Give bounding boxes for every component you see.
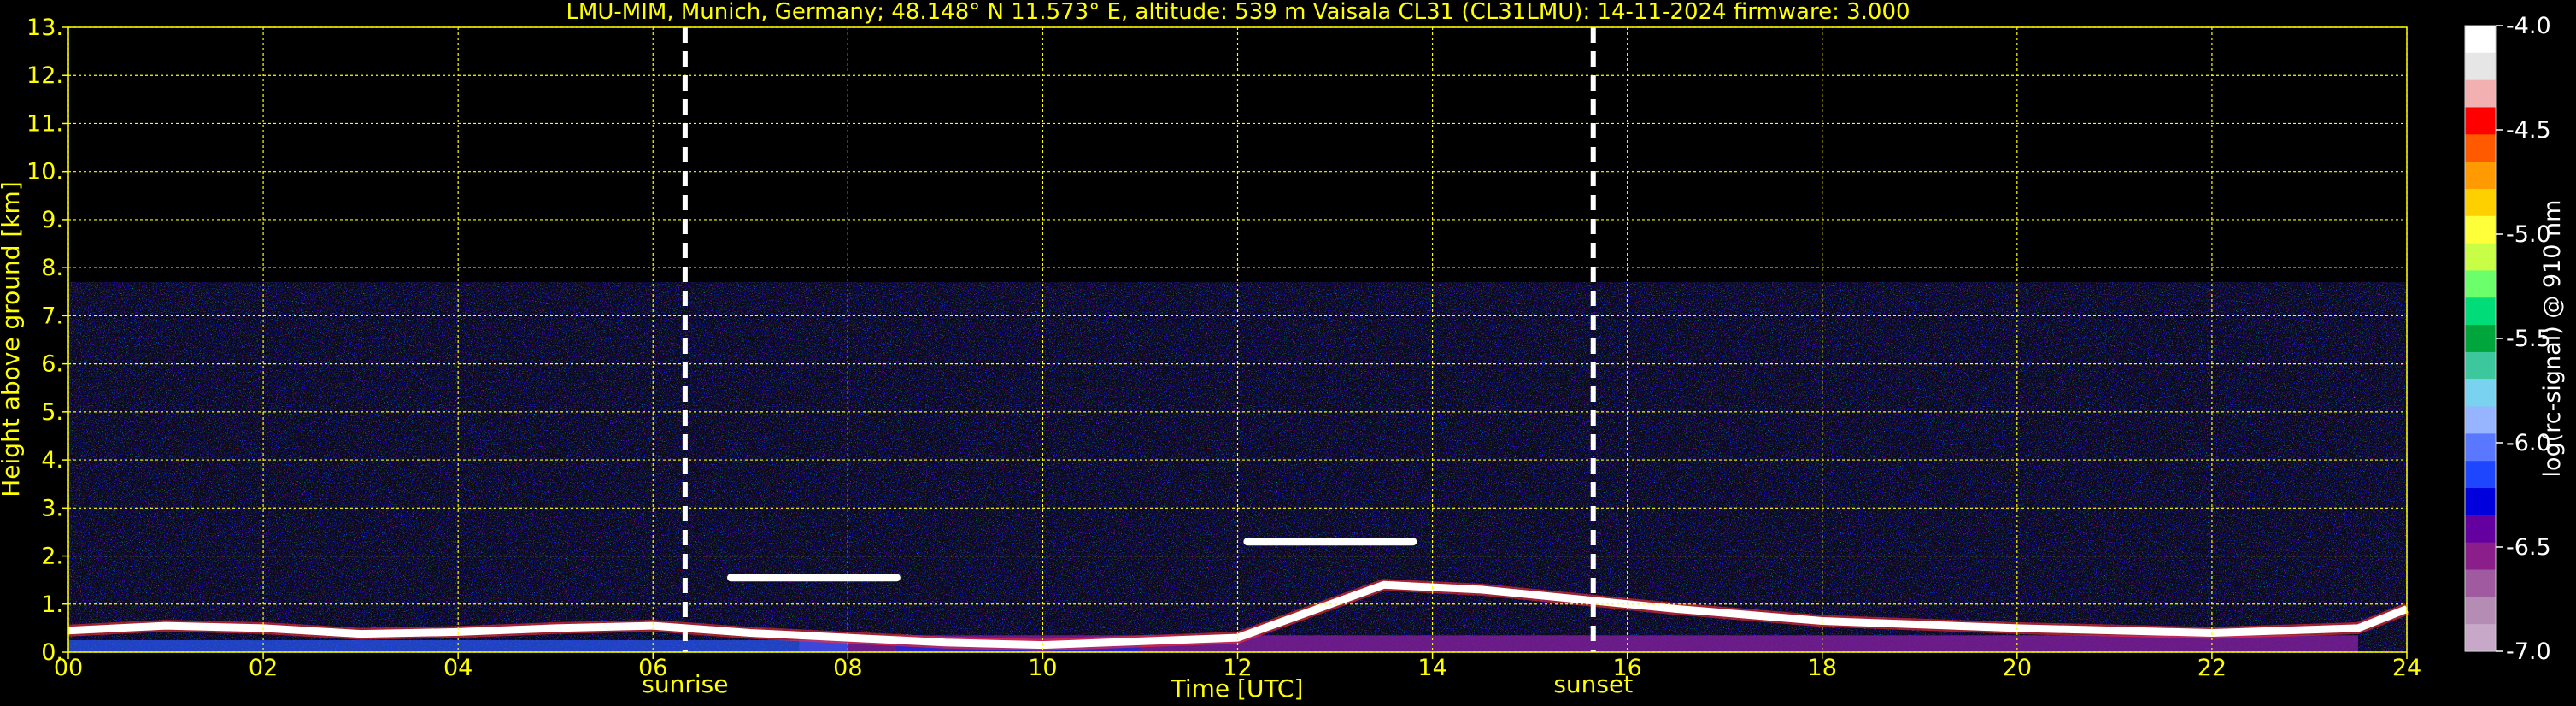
event-label: sunrise bbox=[642, 670, 728, 698]
colorbar-band bbox=[2465, 515, 2496, 544]
y-tick-label: 0. bbox=[41, 639, 63, 666]
ceilometer-figure: LMU-MIM, Munich, Germany; 48.148° N 11.5… bbox=[0, 0, 2576, 706]
y-tick-label: 13. bbox=[26, 15, 63, 41]
colorbar-band bbox=[2465, 488, 2496, 516]
colorbar-tick-label: -7.0 bbox=[2506, 638, 2551, 665]
y-tick-label: 11. bbox=[26, 110, 63, 137]
colorbar-band bbox=[2465, 243, 2496, 272]
y-tick-label: 5. bbox=[41, 399, 63, 426]
colorbar-band bbox=[2465, 461, 2496, 489]
y-tick-label: 6. bbox=[41, 351, 63, 378]
colorbar-label: log(rc-signal) @ 910 nm bbox=[2539, 200, 2566, 478]
y-tick-label: 7. bbox=[41, 303, 63, 329]
colorbar-band bbox=[2465, 406, 2496, 434]
y-tick-label: 1. bbox=[41, 591, 63, 618]
x-tick-label: 02 bbox=[249, 655, 278, 681]
colorbar-band bbox=[2465, 215, 2496, 244]
colorbar-band bbox=[2465, 379, 2496, 408]
colorbar: -4.0-4.5-5.0-5.5-6.0-6.5-7.0 log(rc-sign… bbox=[2464, 13, 2566, 665]
colorbar-tick-label: -4.0 bbox=[2506, 13, 2551, 39]
colorbar-bands bbox=[2465, 26, 2496, 652]
y-tick-label: 10. bbox=[26, 159, 63, 185]
ceilometer-plot: LMU-MIM, Munich, Germany; 48.148° N 11.5… bbox=[0, 0, 2566, 703]
colorbar-band bbox=[2465, 624, 2496, 652]
colorbar-band bbox=[2465, 162, 2496, 190]
colorbar-band bbox=[2465, 270, 2496, 298]
colorbar-band bbox=[2465, 597, 2496, 625]
x-tick-label: 04 bbox=[443, 655, 472, 681]
x-tick-label: 10 bbox=[1028, 655, 1057, 681]
y-tick-label: 2. bbox=[41, 544, 63, 570]
plot-area bbox=[67, 26, 2409, 653]
colorbar-band bbox=[2465, 351, 2496, 380]
x-tick-label: 18 bbox=[1808, 655, 1837, 681]
y-tick-label: 8. bbox=[41, 255, 63, 281]
x-tick-label: 22 bbox=[2198, 655, 2227, 681]
chart-title: LMU-MIM, Munich, Germany; 48.148° N 11.5… bbox=[566, 0, 1910, 25]
y-tick-label: 4. bbox=[41, 447, 63, 474]
colorbar-band bbox=[2465, 26, 2496, 54]
colorbar-band bbox=[2465, 188, 2496, 217]
colorbar-band bbox=[2465, 325, 2496, 353]
colorbar-band bbox=[2465, 542, 2496, 571]
y-axis-ticks: 0. 1. 2. 3. 4. 5. 6. 7. 8. 9. 10. 11. 12. 13. bbox=[26, 15, 68, 666]
colorbar-band bbox=[2465, 569, 2496, 597]
event-label: sunset bbox=[1553, 670, 1633, 698]
x-tick-label: 24 bbox=[2392, 655, 2421, 681]
colorbar-band bbox=[2465, 433, 2496, 462]
colorbar-tick-label: -6.5 bbox=[2506, 534, 2551, 561]
colorbar-tick-label: -4.5 bbox=[2506, 117, 2551, 144]
x-tick-label: 08 bbox=[833, 655, 862, 681]
colorbar-band bbox=[2465, 79, 2496, 109]
y-tick-label: 3. bbox=[41, 495, 63, 521]
y-tick-label: 9. bbox=[41, 207, 63, 233]
y-tick-label: 12. bbox=[26, 62, 63, 89]
x-axis-label: Time [UTC] bbox=[1171, 674, 1304, 703]
colorbar-band bbox=[2465, 134, 2496, 162]
y-axis-label: Height above ground [km] bbox=[0, 181, 25, 497]
x-tick-label: 20 bbox=[2003, 655, 2032, 681]
colorbar-band bbox=[2465, 107, 2496, 135]
x-tick-label: 14 bbox=[1417, 655, 1446, 681]
colorbar-band bbox=[2465, 52, 2496, 81]
colorbar-band bbox=[2465, 297, 2496, 326]
